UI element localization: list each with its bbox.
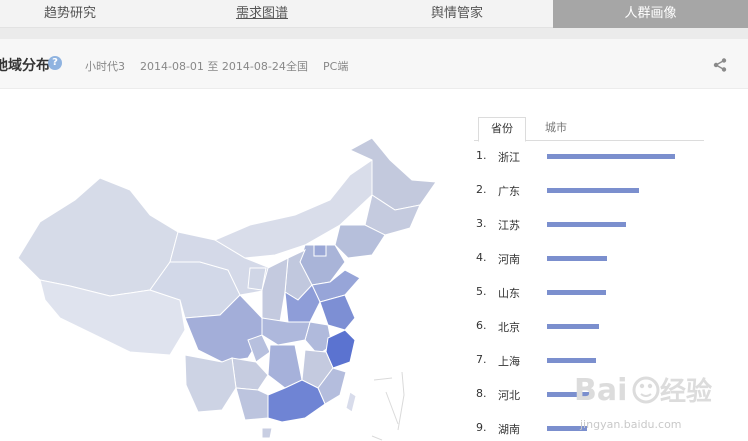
province-name: 湖南 [498,423,520,436]
region-label: 全国 [286,60,308,73]
share-icon[interactable] [712,57,728,73]
map-region-guizhou[interactable] [231,357,269,391]
ranking-row[interactable]: 1. 浙江 [474,146,706,166]
map-region-taiwan[interactable] [345,391,357,413]
ranking-bar [547,290,606,295]
ranking-bar [547,256,607,261]
ranking-row[interactable]: 6. 北京 [474,316,706,336]
ranking-row[interactable]: 5. 山东 [474,282,706,302]
ranking-index: 2. [476,183,487,196]
ranking-row[interactable]: 2. 广东 [474,180,706,200]
ranking-bar [547,324,599,329]
map-region-xinjiang[interactable] [17,177,179,297]
ranking-index: 6. [476,319,487,332]
tab-separator [0,28,748,39]
ranking-index: 1. [476,149,487,162]
ranking-index: 3. [476,217,487,230]
tab-sentiment-manager[interactable]: 舆情管家 [372,0,542,28]
ranking-bar [547,154,675,159]
china-map [17,137,437,441]
watermark-url: jingyan.baidu.com [580,418,682,431]
device-label: PC端 [323,60,349,73]
section-title: 地域分布 [0,58,50,74]
ranking-bar [547,222,626,227]
province-name: 浙江 [498,151,520,164]
ranking-row[interactable]: 3. 江苏 [474,214,706,234]
province-name: 上海 [498,355,520,368]
ranking-index: 4. [476,251,487,264]
ranking-index: 7. [476,353,487,366]
map-region-hubei[interactable] [261,317,311,346]
ranking-index: 5. [476,285,487,298]
ranking-tabs: 省份 城市 [474,117,704,142]
svg-text:Bai: Bai [574,373,627,408]
map-region-hunan[interactable] [267,344,303,389]
province-name: 山东 [498,287,520,300]
tab-demand-graph[interactable]: 需求图谱 [192,0,332,28]
ranking-index: 9. [476,421,487,434]
map-region-yunnan[interactable] [184,354,237,413]
help-icon[interactable]: ? [48,56,62,70]
map-region-chongqing[interactable] [247,334,271,363]
keyword-label: 小时代3 [85,60,125,73]
map-region-hainan[interactable] [261,427,273,439]
tab-user-profile[interactable]: 人群画像 [553,0,748,28]
province-name: 广东 [498,185,520,198]
ranking-bar [547,188,639,193]
date-range-label: 2014-08-01 至 2014-08-24 [140,60,286,73]
ranking-index: 8. [476,387,487,400]
ranking-row[interactable]: 4. 河南 [474,248,706,268]
province-name: 北京 [498,321,520,334]
map-region-beijing[interactable] [313,244,327,257]
province-name: 河南 [498,253,520,266]
province-name: 江苏 [498,219,520,232]
south-china-sea-inset [371,371,405,441]
tab-city[interactable]: 城市 [534,117,578,142]
province-name: 河北 [498,389,520,402]
baidu-jingyan-watermark: Bai 经验 [574,373,712,408]
top-tab-bar: 趋势研究 需求图谱 舆情管家 人群画像 [0,0,748,28]
section-header: 地域分布 ? 小时代3 2014-08-01 至 2014-08-24 全国 P… [0,39,748,89]
tab-trend-research[interactable]: 趋势研究 [0,0,140,28]
tab-province[interactable]: 省份 [478,117,526,142]
svg-text:经验: 经验 [660,376,712,407]
